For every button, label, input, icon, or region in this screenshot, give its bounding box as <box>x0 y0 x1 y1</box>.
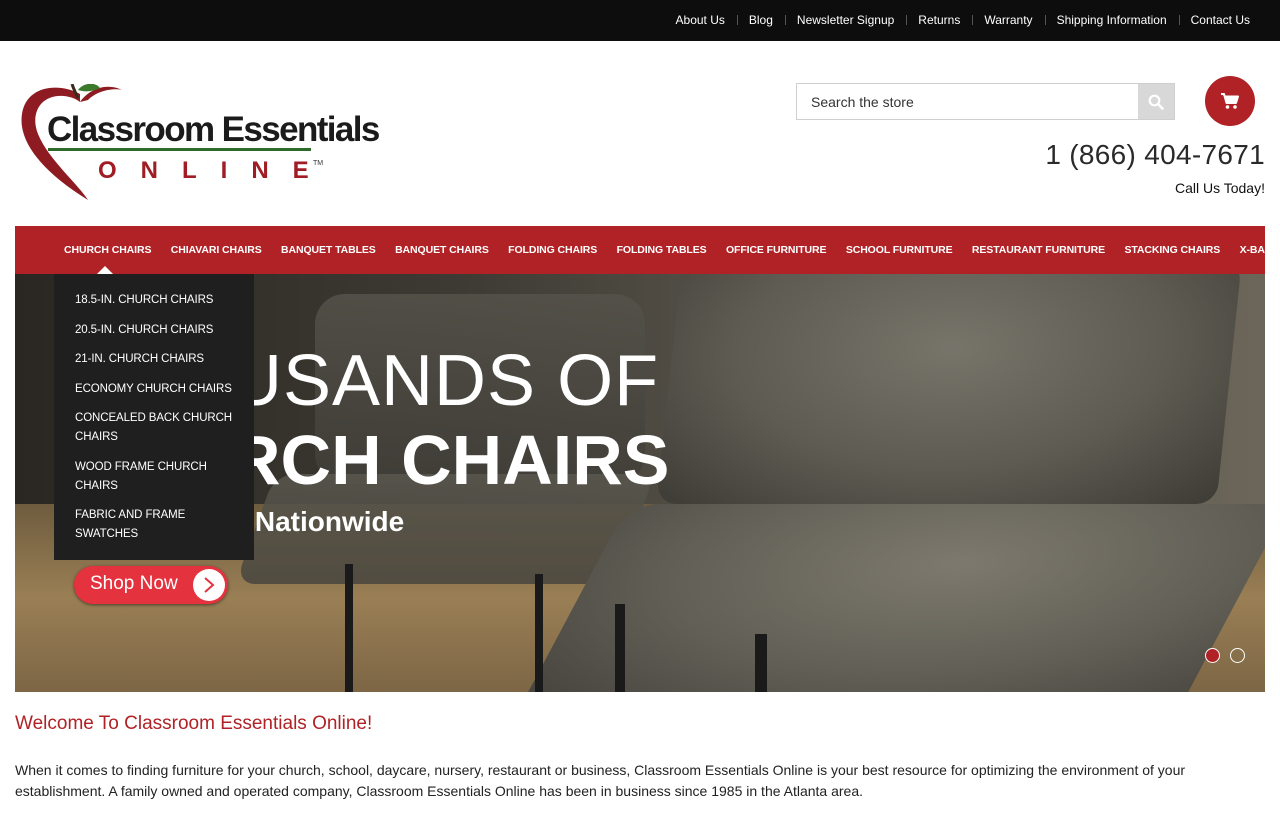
shopping-cart-icon <box>1221 93 1239 109</box>
chair-leg <box>755 634 767 692</box>
chair-leg <box>345 564 353 692</box>
hero-headline-line1: USANDS OF <box>230 341 660 421</box>
logo-text-classroom-essentials: Classroom Essentials <box>47 110 380 149</box>
nav-item-banquet-tables[interactable]: BANQUET TABLES <box>281 226 376 274</box>
dropdown-item-concealed-back-church-chairs[interactable]: CONCEALED BACK CHURCH CHAIRS <box>54 409 254 447</box>
utility-link-newsletter-signup[interactable]: Newsletter Signup <box>773 13 894 27</box>
nav-item-stacking-chairs[interactable]: STACKING CHAIRS <box>1124 226 1220 274</box>
dropdown-item-20-5-in-church-chairs[interactable]: 20.5-IN. CHURCH CHAIRS <box>54 321 254 340</box>
chair-leg <box>615 604 625 692</box>
dropdown-item-21-in-church-chairs[interactable]: 21-IN. CHURCH CHAIRS <box>54 350 254 369</box>
logo-text-online: ONLINE <box>98 157 333 184</box>
carousel-dot-2[interactable] <box>1230 648 1245 663</box>
hero-headline-line2: RCH CHAIRS <box>230 421 670 499</box>
utility-link-shipping-information[interactable]: Shipping Information <box>1033 13 1167 27</box>
nav-item-restaurant-furniture[interactable]: RESTAURANT FURNITURE <box>972 226 1105 274</box>
utility-link-contact-us[interactable]: Contact Us <box>1167 13 1250 27</box>
nav-item-office-furniture[interactable]: OFFICE FURNITURE <box>726 226 827 274</box>
utility-link-returns[interactable]: Returns <box>894 13 960 27</box>
shop-now-label: Shop Now <box>90 573 178 594</box>
utility-link-about-us[interactable]: About Us <box>676 13 725 27</box>
dropdown-item-fabric-and-frame-swatches[interactable]: FABRIC AND FRAME SWATCHES <box>54 506 254 544</box>
hero-subheadline: o Nationwide <box>230 506 405 537</box>
dropdown-caret <box>97 266 113 274</box>
cart-button[interactable] <box>1205 76 1255 126</box>
nav-item-school-furniture[interactable]: SCHOOL FURNITURE <box>846 226 953 274</box>
nav-item-folding-tables[interactable]: FOLDING TABLES <box>617 226 707 274</box>
shop-now-button[interactable]: Shop Now <box>74 566 228 604</box>
search-button[interactable] <box>1138 84 1174 119</box>
main-nav: CHURCH CHAIRS CHIAVARI CHAIRS BANQUET TA… <box>15 226 1280 274</box>
welcome-heading: Welcome To Classroom Essentials Online! <box>15 713 373 734</box>
utility-links: About Us Blog Newsletter Signup Returns … <box>676 13 1250 27</box>
top-utility-bar: About Us Blog Newsletter Signup Returns … <box>0 0 1280 41</box>
church-chairs-dropdown: 18.5-IN. CHURCH CHAIRS 20.5-IN. CHURCH C… <box>54 274 254 560</box>
utility-link-warranty[interactable]: Warranty <box>960 13 1032 27</box>
search-input[interactable] <box>797 84 1138 119</box>
dropdown-item-wood-frame-church-chairs[interactable]: WOOD FRAME CHURCH CHAIRS <box>54 458 254 496</box>
call-us-tagline: Call Us Today! <box>1174 180 1265 196</box>
search-form <box>796 83 1175 120</box>
dropdown-item-18-5-in-church-chairs[interactable]: 18.5-IN. CHURCH CHAIRS <box>54 291 254 310</box>
search-icon <box>1148 94 1164 110</box>
nav-item-chiavari-chairs[interactable]: CHIAVARI CHAIRS <box>171 226 262 274</box>
nav-item-banquet-chairs[interactable]: BANQUET CHAIRS <box>395 226 489 274</box>
dropdown-item-economy-church-chairs[interactable]: ECONOMY CHURCH CHAIRS <box>54 380 254 399</box>
utility-link-blog[interactable]: Blog <box>725 13 773 27</box>
welcome-body-text: When it comes to finding furniture for y… <box>15 762 1186 799</box>
phone-number[interactable]: 1 (866) 404-7671 <box>1045 139 1265 171</box>
hero-chair-image <box>656 274 1244 504</box>
site-logo[interactable]: Classroom Essentials ONLINE TM <box>18 84 380 204</box>
logo-trademark: TM <box>313 160 324 167</box>
carousel-dot-1[interactable] <box>1205 648 1220 663</box>
hero-chair-image <box>521 504 1265 692</box>
chair-leg <box>535 574 543 692</box>
chevron-right-icon <box>193 569 225 601</box>
nav-item-x-back-chairs[interactable]: X-BACK CHAIRS <box>1240 226 1280 274</box>
nav-item-folding-chairs[interactable]: FOLDING CHAIRS <box>508 226 597 274</box>
